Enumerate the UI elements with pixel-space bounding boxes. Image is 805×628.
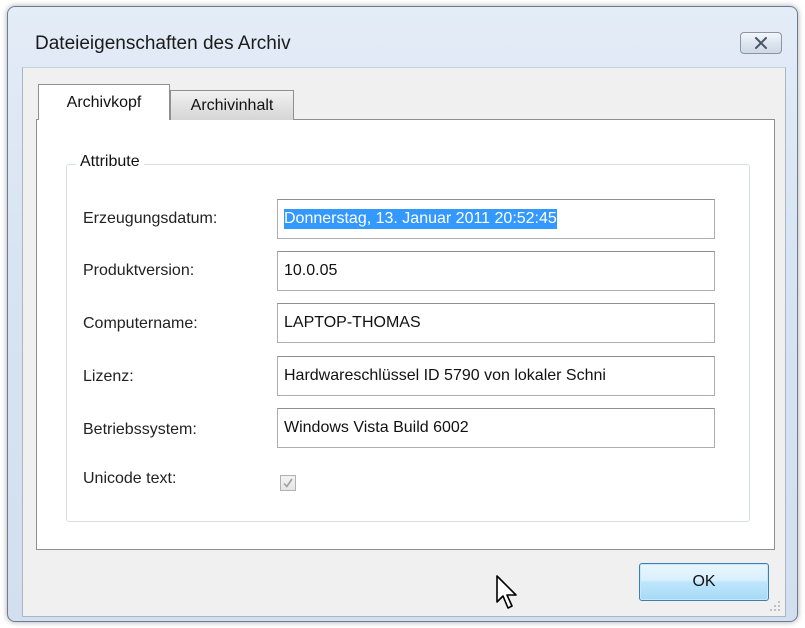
label-computername: Computername: bbox=[83, 315, 198, 332]
produktversion-field[interactable]: 10.0.05 bbox=[277, 251, 715, 291]
title-bar[interactable]: Dateieigenschaften des Archiv bbox=[8, 7, 797, 67]
label-produktversion: Produktversion: bbox=[83, 262, 195, 279]
attribute-groupbox: Attribute Erzeugungsdatum: Donnerstag, 1… bbox=[66, 153, 750, 522]
unicode-text-checkbox[interactable] bbox=[280, 475, 296, 491]
tab-archivkopf[interactable]: Archivkopf bbox=[38, 84, 170, 120]
groupbox-legend: Attribute bbox=[76, 153, 144, 171]
erzeugungsdatum-field[interactable]: Donnerstag, 13. Januar 2011 20:52:45 bbox=[277, 199, 715, 239]
close-button[interactable] bbox=[740, 32, 782, 54]
resize-grip-icon[interactable] bbox=[769, 600, 781, 612]
label-betriebssystem: Betriebssystem: bbox=[83, 421, 197, 438]
betriebssystem-value: Windows Vista Build 6002 bbox=[284, 419, 469, 436]
erzeugungsdatum-value: Donnerstag, 13. Januar 2011 20:52:45 bbox=[284, 209, 557, 229]
lizenz-value: Hardwareschlüssel ID 5790 von lokaler Sc… bbox=[284, 367, 606, 384]
dialog-title: Dateieigenschaften des Archiv bbox=[35, 33, 291, 54]
mouse-pointer-icon bbox=[496, 575, 517, 609]
tab-archivinhalt-label: Archivinhalt bbox=[190, 96, 274, 114]
tab-archivkopf-label: Archivkopf bbox=[66, 93, 142, 111]
computername-field[interactable]: LAPTOP-THOMAS bbox=[277, 303, 715, 343]
lizenz-field[interactable]: Hardwareschlüssel ID 5790 von lokaler Sc… bbox=[277, 356, 715, 396]
label-unicode-text: Unicode text: bbox=[83, 470, 177, 487]
betriebssystem-field[interactable]: Windows Vista Build 6002 bbox=[277, 408, 715, 448]
tab-archivinhalt[interactable]: Archivinhalt bbox=[170, 90, 294, 120]
dialog-client-area: Archivkopf Archivinhalt Attribute Erzeug… bbox=[22, 67, 786, 617]
tab-panel-archivkopf: Attribute Erzeugungsdatum: Donnerstag, 1… bbox=[36, 119, 775, 550]
computername-value: LAPTOP-THOMAS bbox=[284, 314, 421, 331]
ok-button[interactable]: OK bbox=[639, 563, 769, 601]
produktversion-value: 10.0.05 bbox=[284, 262, 338, 279]
label-erzeugungsdatum: Erzeugungsdatum: bbox=[83, 210, 218, 227]
dialog-window: Dateieigenschaften des Archiv Archivkopf… bbox=[7, 6, 798, 622]
checkmark-icon bbox=[283, 478, 293, 488]
label-lizenz: Lizenz: bbox=[83, 368, 134, 385]
close-x-icon bbox=[755, 37, 767, 49]
